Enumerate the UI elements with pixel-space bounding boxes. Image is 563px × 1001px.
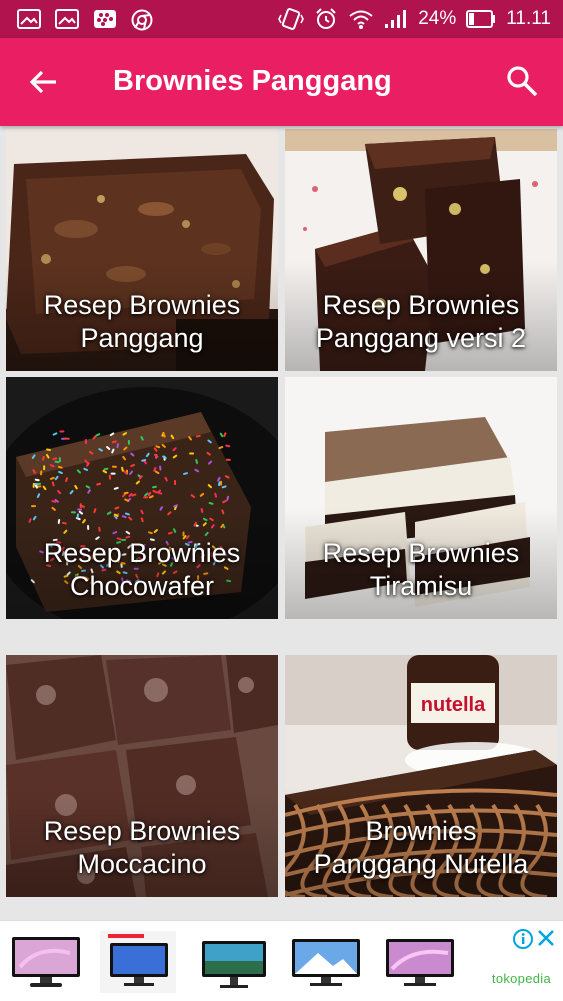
battery-icon	[466, 10, 496, 28]
recipe-title-line2: Tiramisu	[369, 571, 473, 601]
alarm-icon	[316, 8, 336, 29]
recipe-title: Resep Brownies Tiramisu	[285, 537, 557, 603]
close-icon[interactable]	[535, 927, 557, 949]
recipe-title-line2: Panggang versi 2	[315, 323, 527, 353]
info-icon[interactable]	[513, 929, 533, 949]
arrow-back-icon[interactable]	[26, 64, 62, 100]
signal-icon	[385, 10, 407, 28]
recipe-title-line2: Chocowafer	[69, 571, 215, 601]
recipe-title-line1: Resep Brownies	[43, 538, 241, 568]
recipe-card[interactable]: nutella Brownies Panggang Nutella	[285, 655, 557, 897]
recipe-title-line1: Resep Brownies	[322, 538, 520, 568]
monitor-icon[interactable]	[8, 931, 84, 993]
recipe-card[interactable]: Resep Brownies Moccacino	[6, 655, 278, 897]
recipe-title: Brownies Panggang Nutella	[285, 815, 557, 881]
recipe-title-line1: Resep Brownies	[43, 290, 241, 320]
ad-brand: tokopedia	[491, 971, 551, 986]
recipe-title-line2: Moccacino	[77, 849, 207, 879]
svg-text:nutella: nutella	[421, 694, 486, 716]
bbm-icon	[94, 10, 116, 28]
vibrate-icon	[278, 8, 305, 30]
recipe-card[interactable]: Resep Brownies Chocowafer	[6, 377, 278, 619]
battery-percent: 24%	[418, 8, 457, 29]
recipe-card[interactable]: Resep Brownies Panggang	[6, 129, 278, 371]
recipe-title-line1: Resep Brownies	[322, 290, 520, 320]
recipe-title-line2: Panggang Nutella	[313, 849, 529, 879]
ad-banner[interactable]: tokopedia	[0, 920, 563, 1001]
recipe-title-line1: Resep Brownies	[43, 816, 241, 846]
recipe-title: Resep Brownies Panggang	[6, 289, 278, 355]
page-title: Brownies Panggang	[113, 65, 392, 97]
search-icon[interactable]	[505, 64, 539, 98]
recipe-card[interactable]: Resep Brownies Tiramisu	[285, 377, 557, 619]
recipe-title: Resep Brownies Moccacino	[6, 815, 278, 881]
clock: 11.11	[506, 8, 551, 29]
recipe-grid: Resep Brownies Panggang Resep Brownies P…	[0, 126, 563, 920]
monitor-icon[interactable]	[288, 931, 364, 993]
monitor-icon[interactable]	[382, 931, 458, 993]
recipe-title-line2: Panggang	[80, 323, 204, 353]
app-bar: Brownies Panggang	[0, 38, 563, 126]
wifi-icon	[349, 10, 373, 29]
recipe-title-line1: Brownies	[365, 816, 477, 846]
recipe-card[interactable]: Resep Brownies Panggang versi 2	[285, 129, 557, 371]
image-icon	[55, 9, 79, 29]
monitor-icon[interactable]	[100, 931, 176, 993]
status-bar: 24% 11.11	[0, 0, 563, 38]
image-icon	[17, 9, 41, 29]
recipe-title: Resep Brownies Chocowafer	[6, 537, 278, 603]
monitor-icon[interactable]	[196, 931, 272, 993]
chrome-icon	[131, 9, 153, 31]
recipe-title: Resep Brownies Panggang versi 2	[285, 289, 557, 355]
